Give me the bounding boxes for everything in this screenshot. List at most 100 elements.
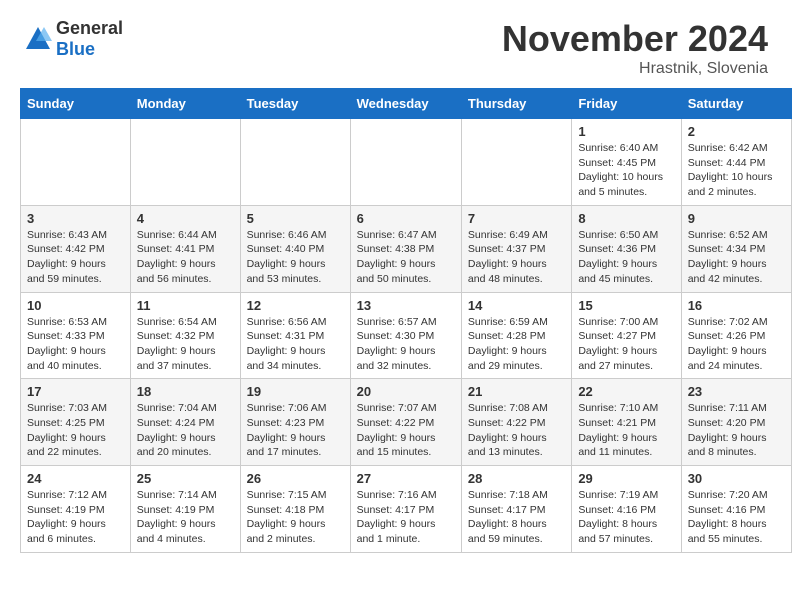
calendar-cell: 3 Sunrise: 6:43 AM Sunset: 4:42 PM Daylig… <box>21 205 131 292</box>
calendar-cell: 4 Sunrise: 6:44 AM Sunset: 4:41 PM Daylig… <box>130 205 240 292</box>
day-info: Sunrise: 7:19 AM Sunset: 4:16 PM Dayligh… <box>578 488 674 547</box>
day-number: 25 <box>137 471 234 486</box>
day-info: Sunrise: 7:03 AM Sunset: 4:25 PM Dayligh… <box>27 401 124 460</box>
calendar-cell <box>21 119 131 206</box>
calendar-cell: 12 Sunrise: 6:56 AM Sunset: 4:31 PM Dayli… <box>240 292 350 379</box>
calendar-cell: 8 Sunrise: 6:50 AM Sunset: 4:36 PM Daylig… <box>572 205 681 292</box>
day-info: Sunrise: 7:04 AM Sunset: 4:24 PM Dayligh… <box>137 401 234 460</box>
day-number: 21 <box>468 384 565 399</box>
calendar-cell: 19 Sunrise: 7:06 AM Sunset: 4:23 PM Dayli… <box>240 379 350 466</box>
calendar-cell: 30 Sunrise: 7:20 AM Sunset: 4:16 PM Dayli… <box>681 466 791 553</box>
day-number: 26 <box>247 471 344 486</box>
calendar-cell: 2 Sunrise: 6:42 AM Sunset: 4:44 PM Daylig… <box>681 119 791 206</box>
day-number: 20 <box>357 384 455 399</box>
calendar-cell: 5 Sunrise: 6:46 AM Sunset: 4:40 PM Daylig… <box>240 205 350 292</box>
day-info: Sunrise: 7:14 AM Sunset: 4:19 PM Dayligh… <box>137 488 234 547</box>
weekday-tuesday: Tuesday <box>240 89 350 119</box>
calendar-row-1: 3 Sunrise: 6:43 AM Sunset: 4:42 PM Daylig… <box>21 205 792 292</box>
calendar-cell: 11Sunrise: 6:54 AM Sunset: 4:32 PM Dayli… <box>130 292 240 379</box>
weekday-monday: Monday <box>130 89 240 119</box>
day-info: Sunrise: 6:59 AM Sunset: 4:28 PM Dayligh… <box>468 315 565 374</box>
day-number: 2 <box>688 124 785 139</box>
day-info: Sunrise: 7:18 AM Sunset: 4:17 PM Dayligh… <box>468 488 565 547</box>
calendar-wrapper: SundayMondayTuesdayWednesdayThursdayFrid… <box>0 88 792 563</box>
day-info: Sunrise: 6:54 AM Sunset: 4:32 PM Dayligh… <box>137 315 234 374</box>
day-info: Sunrise: 6:47 AM Sunset: 4:38 PM Dayligh… <box>357 228 455 287</box>
day-number: 9 <box>688 211 785 226</box>
day-number: 19 <box>247 384 344 399</box>
day-number: 8 <box>578 211 674 226</box>
day-number: 29 <box>578 471 674 486</box>
day-number: 1 <box>578 124 674 139</box>
day-info: Sunrise: 6:44 AM Sunset: 4:41 PM Dayligh… <box>137 228 234 287</box>
day-number: 13 <box>357 298 455 313</box>
calendar-row-3: 17Sunrise: 7:03 AM Sunset: 4:25 PM Dayli… <box>21 379 792 466</box>
page-header: General Blue November 2024 Hrastnik, Slo… <box>0 0 792 88</box>
title-block: November 2024 Hrastnik, Slovenia <box>502 18 768 78</box>
weekday-friday: Friday <box>572 89 681 119</box>
day-number: 14 <box>468 298 565 313</box>
day-number: 28 <box>468 471 565 486</box>
logo: General Blue <box>24 18 123 60</box>
location: Hrastnik, Slovenia <box>502 60 768 78</box>
day-info: Sunrise: 7:16 AM Sunset: 4:17 PM Dayligh… <box>357 488 455 547</box>
day-number: 12 <box>247 298 344 313</box>
weekday-thursday: Thursday <box>461 89 571 119</box>
day-info: Sunrise: 7:07 AM Sunset: 4:22 PM Dayligh… <box>357 401 455 460</box>
day-number: 16 <box>688 298 785 313</box>
logo-general: General <box>56 18 123 39</box>
day-info: Sunrise: 6:49 AM Sunset: 4:37 PM Dayligh… <box>468 228 565 287</box>
day-info: Sunrise: 6:43 AM Sunset: 4:42 PM Dayligh… <box>27 228 124 287</box>
calendar-cell: 17Sunrise: 7:03 AM Sunset: 4:25 PM Dayli… <box>21 379 131 466</box>
calendar-cell: 13 Sunrise: 6:57 AM Sunset: 4:30 PM Dayli… <box>350 292 461 379</box>
calendar-cell <box>461 119 571 206</box>
day-info: Sunrise: 6:50 AM Sunset: 4:36 PM Dayligh… <box>578 228 674 287</box>
day-number: 10 <box>27 298 124 313</box>
calendar-cell: 1 Sunrise: 6:40 AM Sunset: 4:45 PM Daylig… <box>572 119 681 206</box>
day-info: Sunrise: 7:08 AM Sunset: 4:22 PM Dayligh… <box>468 401 565 460</box>
month-title: November 2024 <box>502 18 768 60</box>
day-info: Sunrise: 6:42 AM Sunset: 4:44 PM Dayligh… <box>688 141 785 200</box>
calendar-cell: 23 Sunrise: 7:11 AM Sunset: 4:20 PM Dayli… <box>681 379 791 466</box>
day-info: Sunrise: 7:20 AM Sunset: 4:16 PM Dayligh… <box>688 488 785 547</box>
calendar-cell: 18 Sunrise: 7:04 AM Sunset: 4:24 PM Dayli… <box>130 379 240 466</box>
day-number: 15 <box>578 298 674 313</box>
day-info: Sunrise: 7:11 AM Sunset: 4:20 PM Dayligh… <box>688 401 785 460</box>
day-info: Sunrise: 7:15 AM Sunset: 4:18 PM Dayligh… <box>247 488 344 547</box>
calendar-table: SundayMondayTuesdayWednesdayThursdayFrid… <box>20 88 792 553</box>
day-number: 18 <box>137 384 234 399</box>
calendar-cell: 21 Sunrise: 7:08 AM Sunset: 4:22 PM Dayli… <box>461 379 571 466</box>
calendar-cell: 24Sunrise: 7:12 AM Sunset: 4:19 PM Dayli… <box>21 466 131 553</box>
calendar-cell: 14 Sunrise: 6:59 AM Sunset: 4:28 PM Dayli… <box>461 292 571 379</box>
calendar-cell: 29 Sunrise: 7:19 AM Sunset: 4:16 PM Dayli… <box>572 466 681 553</box>
day-number: 6 <box>357 211 455 226</box>
weekday-saturday: Saturday <box>681 89 791 119</box>
day-info: Sunrise: 7:12 AM Sunset: 4:19 PM Dayligh… <box>27 488 124 547</box>
day-info: Sunrise: 7:06 AM Sunset: 4:23 PM Dayligh… <box>247 401 344 460</box>
day-number: 3 <box>27 211 124 226</box>
calendar-cell: 10Sunrise: 6:53 AM Sunset: 4:33 PM Dayli… <box>21 292 131 379</box>
day-info: Sunrise: 6:57 AM Sunset: 4:30 PM Dayligh… <box>357 315 455 374</box>
day-info: Sunrise: 7:00 AM Sunset: 4:27 PM Dayligh… <box>578 315 674 374</box>
day-number: 22 <box>578 384 674 399</box>
logo-text: General Blue <box>56 18 123 60</box>
day-info: Sunrise: 6:56 AM Sunset: 4:31 PM Dayligh… <box>247 315 344 374</box>
day-number: 27 <box>357 471 455 486</box>
calendar-cell: 28 Sunrise: 7:18 AM Sunset: 4:17 PM Dayli… <box>461 466 571 553</box>
calendar-cell: 26 Sunrise: 7:15 AM Sunset: 4:18 PM Dayli… <box>240 466 350 553</box>
day-info: Sunrise: 6:52 AM Sunset: 4:34 PM Dayligh… <box>688 228 785 287</box>
calendar-cell <box>240 119 350 206</box>
day-number: 30 <box>688 471 785 486</box>
day-info: Sunrise: 6:46 AM Sunset: 4:40 PM Dayligh… <box>247 228 344 287</box>
day-number: 4 <box>137 211 234 226</box>
calendar-cell: 20 Sunrise: 7:07 AM Sunset: 4:22 PM Dayli… <box>350 379 461 466</box>
weekday-wednesday: Wednesday <box>350 89 461 119</box>
day-number: 5 <box>247 211 344 226</box>
day-number: 7 <box>468 211 565 226</box>
day-number: 23 <box>688 384 785 399</box>
day-info: Sunrise: 6:40 AM Sunset: 4:45 PM Dayligh… <box>578 141 674 200</box>
calendar-cell: 22 Sunrise: 7:10 AM Sunset: 4:21 PM Dayli… <box>572 379 681 466</box>
calendar-cell: 6 Sunrise: 6:47 AM Sunset: 4:38 PM Daylig… <box>350 205 461 292</box>
day-info: Sunrise: 7:10 AM Sunset: 4:21 PM Dayligh… <box>578 401 674 460</box>
logo-icon <box>24 25 52 53</box>
